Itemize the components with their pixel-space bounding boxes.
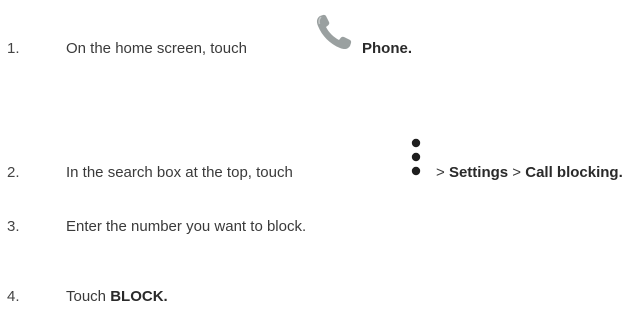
- step-number: 3.: [7, 218, 20, 235]
- more-vert-icon: [409, 137, 423, 177]
- step-text: In the search box at the top, touch: [66, 164, 293, 181]
- menu-path: > Settings > Call blocking.: [436, 158, 623, 188]
- step-3: 3. Enter the number you want to block.: [0, 212, 639, 242]
- step-text: Enter the number you want to block.: [66, 218, 307, 235]
- step-text: On the home screen, touch: [66, 40, 247, 57]
- step-text: Touch BLOCK.: [66, 282, 168, 312]
- step-4: 4. Touch BLOCK.: [0, 282, 639, 312]
- path-separator: >: [436, 164, 445, 181]
- block-label: BLOCK.: [110, 288, 168, 305]
- path-separator: >: [512, 164, 522, 181]
- step-number: 2.: [7, 164, 20, 181]
- step-number: 4.: [7, 288, 20, 305]
- step-number: 1.: [7, 40, 20, 57]
- step-text-prefix: Touch: [66, 288, 107, 305]
- phone-icon: [312, 10, 356, 54]
- phone-app-label: Phone.: [362, 40, 413, 57]
- call-blocking-label: Call blocking.: [525, 164, 623, 181]
- settings-label: Settings: [448, 164, 509, 181]
